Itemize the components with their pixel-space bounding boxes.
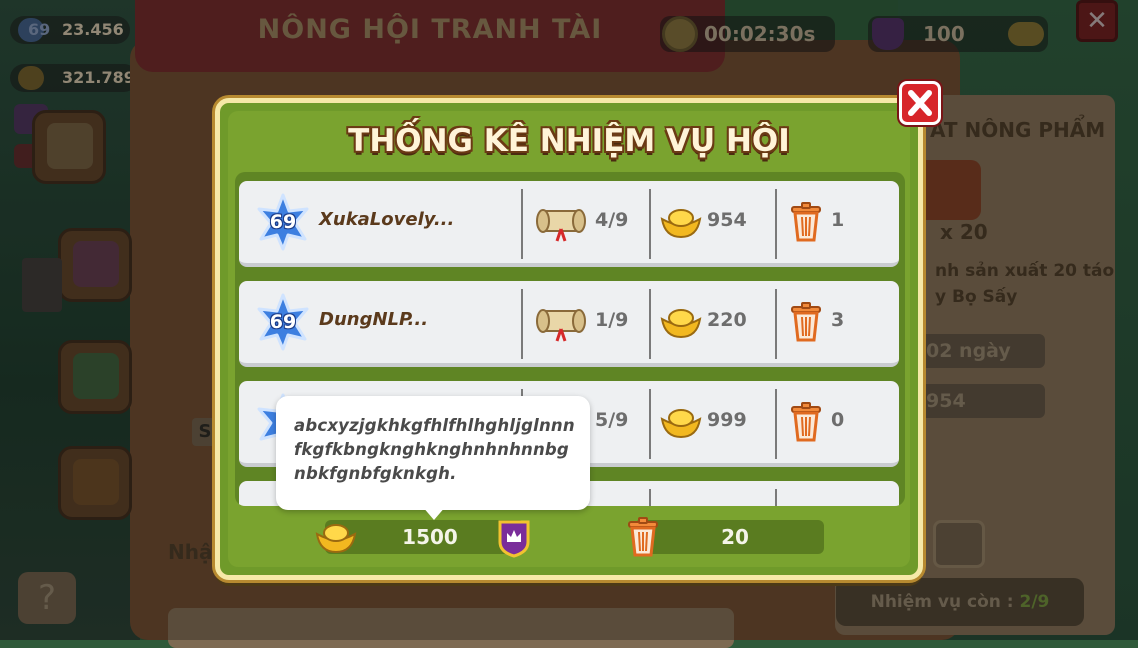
gold-contributed: 954 xyxy=(707,209,747,231)
trash-total: 20 xyxy=(721,525,749,549)
divider xyxy=(649,189,651,259)
mission-progress: 4/9 xyxy=(595,209,629,231)
divider xyxy=(775,389,777,459)
member-level: 69 xyxy=(269,311,297,333)
divider xyxy=(775,489,777,506)
mission-progress: 1/9 xyxy=(595,309,629,331)
missions-cancelled: 0 xyxy=(831,409,845,431)
mission-progress: 5/9 xyxy=(595,409,629,431)
gold-ingot-icon xyxy=(315,524,357,554)
missions-cancelled: 3 xyxy=(831,309,845,331)
divider xyxy=(521,289,523,359)
divider xyxy=(649,489,651,506)
divider xyxy=(649,289,651,359)
gold-ingot-icon xyxy=(660,409,702,439)
tooltip-pointer xyxy=(422,506,446,520)
close-icon xyxy=(908,90,932,116)
gold-contributed: 999 xyxy=(707,409,747,431)
tooltip-text: abcxyzjgkhkgfhlfhlhghljglnnnfkgfkbngkngh… xyxy=(294,416,575,483)
missions-cancelled: 1 xyxy=(831,209,845,231)
trash-icon xyxy=(628,517,658,557)
member-row: 69 XukaLovely... 4/9 954 1 xyxy=(239,181,899,267)
gold-contributed: 220 xyxy=(707,309,747,331)
close-button[interactable] xyxy=(899,81,941,125)
trash-icon xyxy=(791,302,821,342)
trash-icon xyxy=(791,402,821,442)
member-row: 69 DungNLP... 1/9 220 3 xyxy=(239,281,899,367)
gold-ingot-icon xyxy=(660,309,702,339)
trash-icon xyxy=(791,202,821,242)
scroll-icon xyxy=(536,209,586,242)
divider xyxy=(775,189,777,259)
member-level: 69 xyxy=(269,211,297,233)
divider xyxy=(521,189,523,259)
name-tooltip: abcxyzjgkhkgfhlfhlhghljglnnnfkgfkbngkngh… xyxy=(276,396,590,510)
scroll-icon xyxy=(536,309,586,342)
gold-ingot-icon xyxy=(660,209,702,239)
member-name: DungNLP... xyxy=(319,309,429,330)
divider xyxy=(649,389,651,459)
guild-shield-icon xyxy=(498,520,530,558)
dialog-title: THỐNG KÊ NHIỆM VỤ HỘI xyxy=(348,123,790,159)
member-name: XukaLovely... xyxy=(319,209,455,230)
gold-total: 1500 xyxy=(402,525,458,549)
divider xyxy=(775,289,777,359)
